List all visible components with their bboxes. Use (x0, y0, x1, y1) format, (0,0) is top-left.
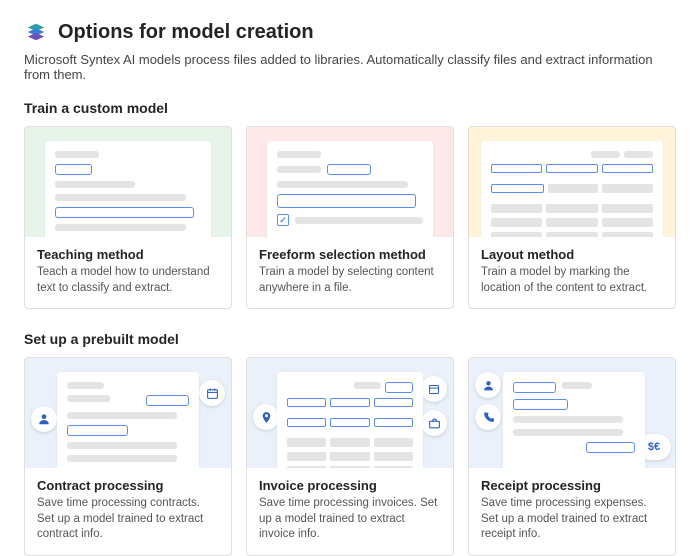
phone-icon (475, 404, 501, 430)
card-desc: Save time processing expenses. Set up a … (481, 496, 663, 543)
page-subtitle: Microsoft Syntex AI models process files… (24, 52, 676, 82)
briefcase-icon (421, 410, 447, 436)
card-art (25, 127, 231, 237)
card-receipt-processing[interactable]: $€ Receipt processing Save time processi… (468, 357, 676, 556)
card-art (469, 127, 675, 237)
calendar-icon (421, 376, 447, 402)
card-art (25, 358, 231, 468)
person-icon (31, 406, 57, 432)
page-title: Options for model creation (58, 21, 314, 44)
location-icon (253, 404, 279, 430)
card-freeform-selection[interactable]: ✓ Freeform selection method Train a mode… (246, 126, 454, 309)
card-desc: Train a model by marking the location of… (481, 265, 663, 296)
card-desc: Save time processing contracts. Set up a… (37, 496, 219, 543)
card-desc: Save time processing invoices. Set up a … (259, 496, 441, 543)
card-invoice-processing[interactable]: Invoice processing Save time processing … (246, 357, 454, 556)
card-title: Contract processing (37, 478, 219, 493)
card-title: Freeform selection method (259, 247, 441, 262)
card-art: ✓ (247, 127, 453, 237)
card-desc: Teach a model how to understand text to … (37, 265, 219, 296)
section-title-prebuilt: Set up a prebuilt model (24, 331, 676, 347)
card-contract-processing[interactable]: Contract processing Save time processing… (24, 357, 232, 556)
card-desc: Train a model by selecting content anywh… (259, 265, 441, 296)
custom-model-cards: Teaching method Teach a model how to und… (24, 126, 676, 309)
card-title: Invoice processing (259, 478, 441, 493)
page-header: Options for model creation (24, 20, 676, 44)
card-title: Teaching method (37, 247, 219, 262)
card-layout-method[interactable]: Layout method Train a model by marking t… (468, 126, 676, 309)
card-title: Receipt processing (481, 478, 663, 493)
card-title: Layout method (481, 247, 663, 262)
card-art (247, 358, 453, 468)
calendar-icon (199, 380, 225, 406)
syntex-icon (24, 20, 48, 44)
person-icon (475, 372, 501, 398)
card-teaching-method[interactable]: Teaching method Teach a model how to und… (24, 126, 232, 309)
card-art: $€ (469, 358, 675, 468)
prebuilt-model-cards: Contract processing Save time processing… (24, 357, 676, 556)
section-title-custom: Train a custom model (24, 100, 676, 116)
